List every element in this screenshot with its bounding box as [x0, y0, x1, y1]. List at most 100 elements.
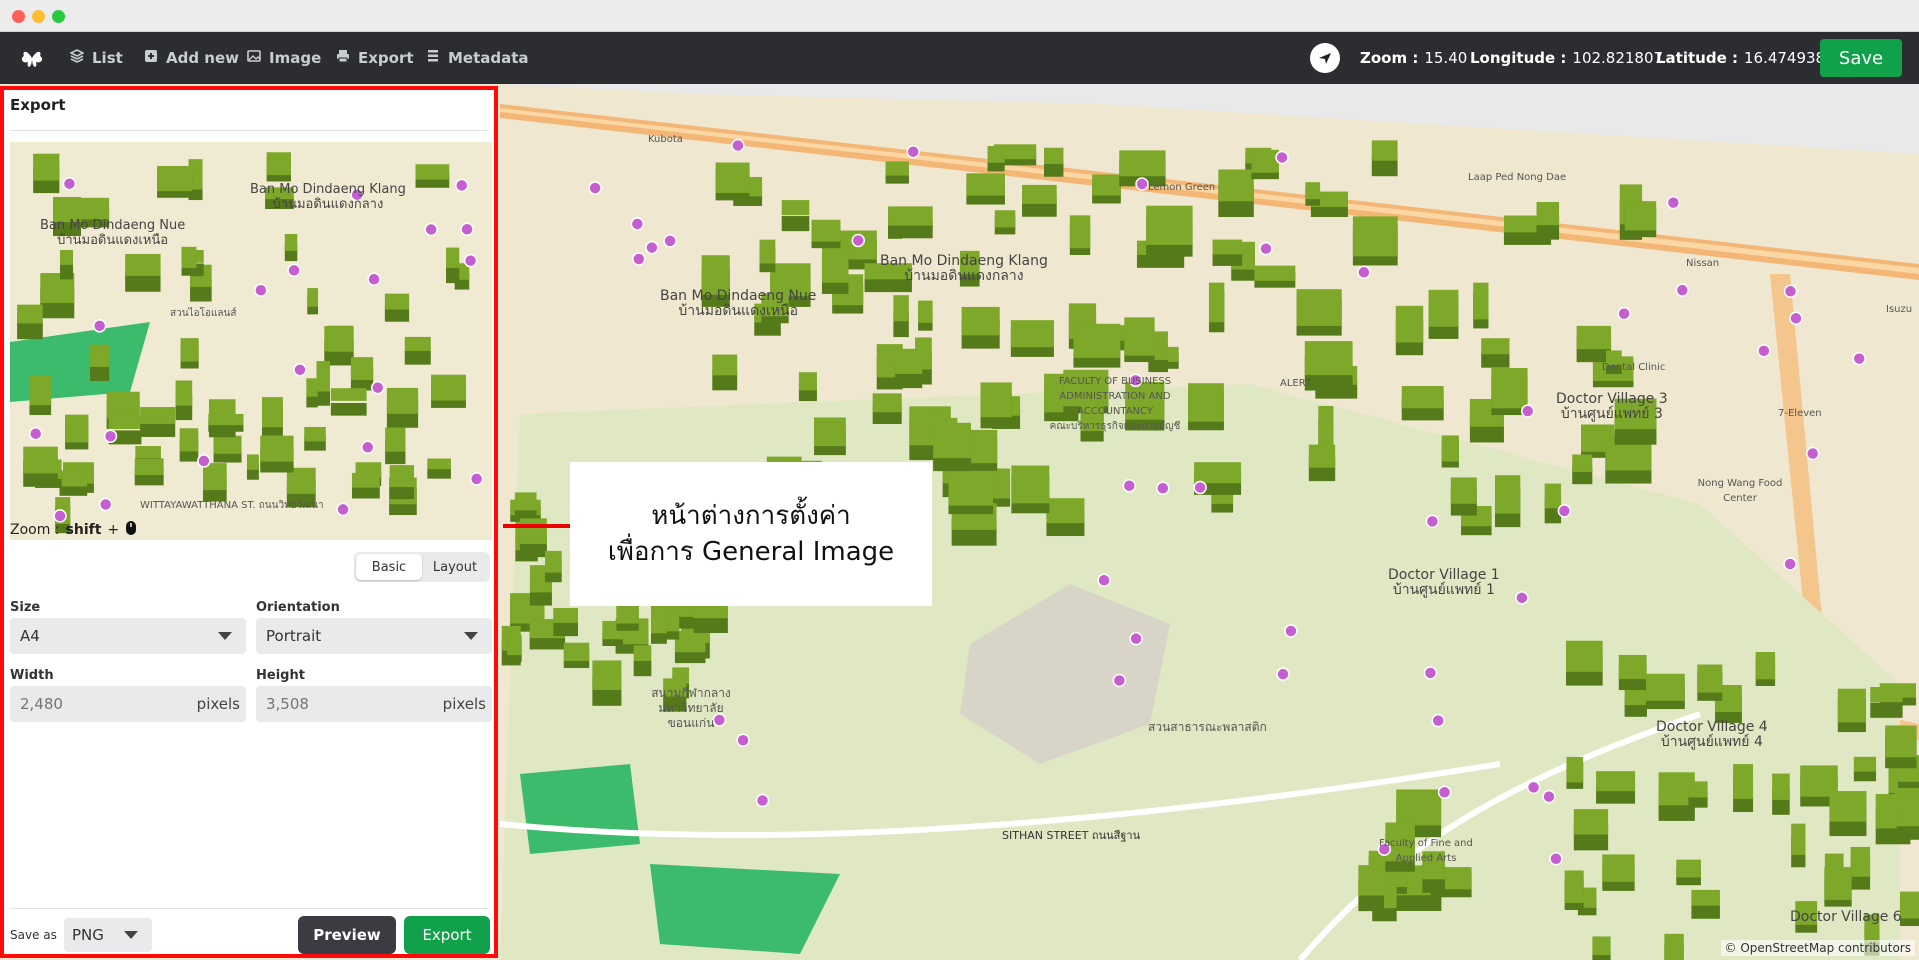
poi-marker[interactable]: [1526, 780, 1541, 795]
nav-add-new[interactable]: Add new: [144, 32, 239, 84]
poi-marker[interactable]: [1193, 480, 1207, 495]
poi-marker[interactable]: [1805, 446, 1820, 461]
poi-marker[interactable]: [632, 252, 646, 266]
poi-marker[interactable]: [62, 176, 77, 191]
format-select[interactable]: PNG: [64, 918, 152, 952]
poi-marker[interactable]: [336, 502, 350, 517]
poi-marker[interactable]: [254, 283, 268, 297]
building-block: [1664, 933, 1684, 960]
map-label-ban-mo-nue: Ban Mo Dindaeng Nue บ้านมอดินแดงเหนือ: [660, 288, 817, 319]
footer-divider: [10, 908, 488, 909]
export-preview-map[interactable]: Ban Mo Dindaeng Klang บ้านมอดินแดงกลาง Ba…: [10, 142, 492, 540]
poi-marker[interactable]: [1097, 573, 1111, 588]
poi-marker[interactable]: [287, 263, 301, 278]
poi-marker[interactable]: [1757, 344, 1771, 358]
export-button[interactable]: Export: [404, 916, 490, 954]
maximize-window-button[interactable]: [52, 10, 65, 23]
poi-marker[interactable]: [1284, 624, 1298, 638]
tab-basic[interactable]: Basic: [356, 554, 422, 580]
building-block: [90, 344, 110, 382]
building-block: [316, 361, 330, 406]
poi-marker[interactable]: [1425, 514, 1440, 529]
poi-marker[interactable]: [92, 319, 107, 333]
poi-marker[interactable]: [645, 240, 659, 255]
building-block: [1146, 205, 1193, 257]
preview-button[interactable]: Preview: [298, 916, 396, 954]
close-window-button[interactable]: [12, 10, 25, 23]
poi-marker[interactable]: [1666, 195, 1681, 210]
poi-marker[interactable]: [1549, 851, 1563, 866]
poi-marker[interactable]: [1675, 283, 1690, 297]
building-block: [33, 153, 60, 194]
poi-marker[interactable]: [1437, 785, 1452, 800]
building-block: [59, 470, 88, 496]
poi-marker[interactable]: [197, 454, 211, 468]
poi-marker[interactable]: [588, 181, 602, 195]
poi-marker[interactable]: [28, 426, 43, 441]
building-block: [1304, 341, 1353, 391]
poi-marker[interactable]: [1129, 631, 1143, 646]
building-block: [811, 219, 841, 249]
poi-marker[interactable]: [361, 440, 375, 454]
map-attribution[interactable]: © OpenStreetMap contributors: [1720, 940, 1915, 956]
poi-marker[interactable]: [424, 222, 438, 237]
poi-marker[interactable]: [630, 217, 645, 231]
nav-export[interactable]: Export: [336, 32, 414, 84]
poi-marker[interactable]: [906, 144, 920, 159]
poi-marker[interactable]: [1259, 241, 1273, 256]
plus-square-icon: [144, 49, 158, 67]
poi-marker[interactable]: [293, 363, 307, 377]
building-block: [1296, 289, 1342, 336]
orientation-select[interactable]: Portrait: [256, 618, 492, 654]
poi-marker[interactable]: [1852, 351, 1866, 366]
poi-marker[interactable]: [1557, 504, 1572, 518]
compass-icon[interactable]: [1310, 43, 1340, 73]
nav-metadata[interactable]: Metadata: [426, 32, 529, 84]
poi-marker[interactable]: [1135, 177, 1149, 191]
height-input[interactable]: [266, 695, 443, 713]
poi-marker[interactable]: [1276, 667, 1290, 681]
poi-marker[interactable]: [1122, 478, 1137, 493]
poi-marker[interactable]: [1112, 673, 1127, 688]
poi-marker[interactable]: [731, 138, 745, 153]
save-button[interactable]: Save: [1820, 39, 1902, 77]
poi-marker[interactable]: [469, 472, 484, 486]
size-select[interactable]: A4: [10, 618, 246, 654]
poi-marker[interactable]: [367, 272, 381, 287]
poi-marker[interactable]: [851, 233, 865, 248]
app-logo-icon[interactable]: [18, 44, 46, 72]
poi-marker[interactable]: [1789, 311, 1803, 326]
poi-marker[interactable]: [103, 429, 118, 443]
building-block: [40, 273, 75, 319]
width-input[interactable]: [20, 695, 197, 713]
poi-marker[interactable]: [1783, 284, 1798, 299]
poi-marker[interactable]: [1542, 789, 1556, 804]
minimize-window-button[interactable]: [32, 10, 45, 23]
poi-marker[interactable]: [663, 234, 677, 248]
poi-marker[interactable]: [1156, 481, 1170, 496]
poi-marker[interactable]: [463, 253, 478, 268]
poi-marker[interactable]: [1431, 713, 1445, 728]
building-block: [1592, 936, 1611, 960]
poi-marker[interactable]: [1617, 306, 1631, 321]
building-block: [1069, 215, 1091, 256]
tab-layout[interactable]: Layout: [422, 554, 488, 580]
building-block: [306, 378, 318, 408]
poi-marker[interactable]: [460, 222, 474, 237]
poi-marker[interactable]: [1357, 265, 1371, 280]
poi-marker[interactable]: [1515, 591, 1529, 605]
poi-marker[interactable]: [1520, 404, 1535, 418]
poi-marker[interactable]: [755, 793, 770, 808]
poi-marker[interactable]: [1423, 666, 1438, 680]
poi-marker[interactable]: [98, 497, 113, 512]
building-block: [1022, 184, 1057, 217]
nav-image[interactable]: Image: [247, 32, 321, 84]
poi-marker[interactable]: [1275, 150, 1289, 165]
poi-marker[interactable]: [370, 380, 385, 395]
building-block: [1254, 265, 1296, 288]
map-label-dental: Dental Clinic: [1602, 362, 1666, 373]
poi-marker[interactable]: [1783, 557, 1797, 571]
nav-list[interactable]: List: [69, 32, 123, 84]
poi-marker[interactable]: [736, 733, 750, 748]
poi-marker[interactable]: [454, 178, 469, 193]
